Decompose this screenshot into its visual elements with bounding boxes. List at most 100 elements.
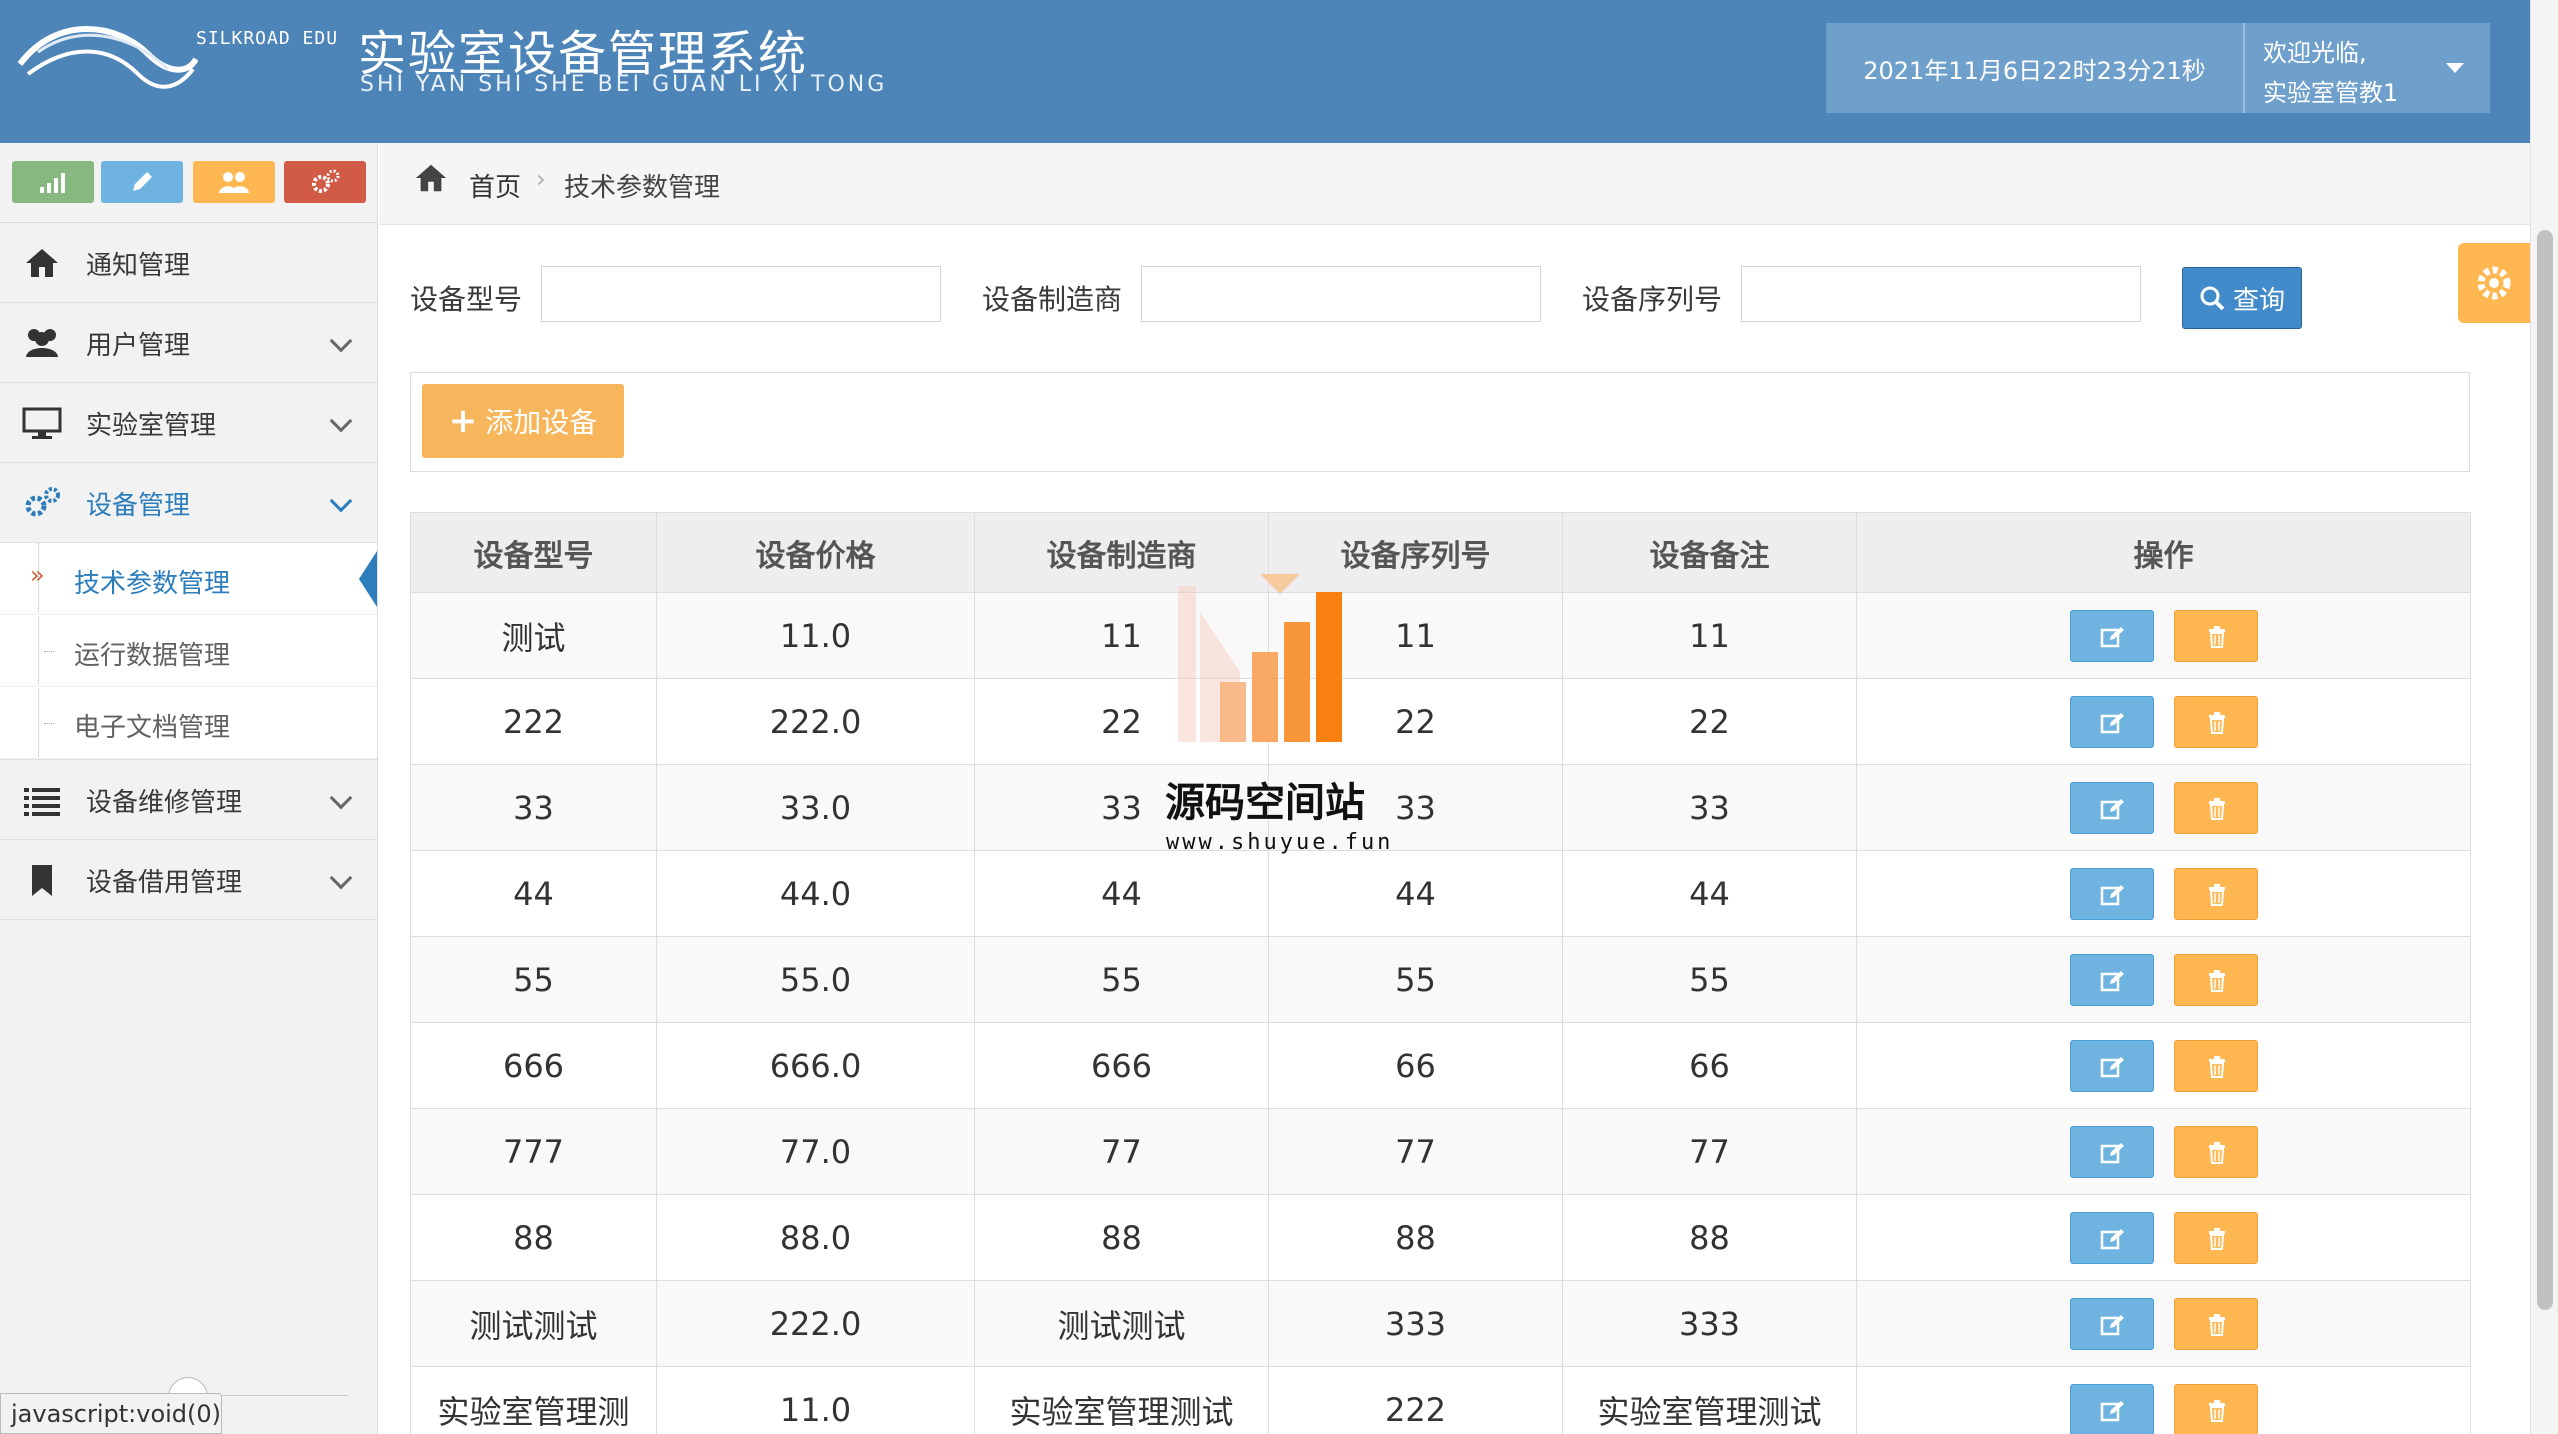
cell-maker: 测试测试 — [974, 1280, 1269, 1367]
signal-icon — [40, 173, 65, 193]
chevron-down-icon — [329, 329, 353, 353]
add-device-button[interactable]: + 添加设备 — [422, 384, 624, 458]
sidebar-subitem-documents[interactable]: 电子文档管理 — [0, 687, 377, 759]
sidebar-subitem-runtime-data[interactable]: 运行数据管理 — [0, 615, 377, 687]
page-scrollbar[interactable] — [2530, 0, 2558, 1434]
delete-button[interactable] — [2173, 1125, 2258, 1178]
username: 实验室管教1 — [2263, 79, 2399, 107]
table-row: 测试 11.0 11 11 11 — [410, 592, 2471, 679]
maker-label: 设备制造商 — [982, 283, 1123, 316]
serial-input[interactable] — [1741, 266, 2141, 322]
col-header-serial[interactable]: 设备序列号 — [1268, 512, 1563, 593]
col-header-model[interactable]: 设备型号 — [410, 512, 657, 593]
cell-price: 11.0 — [656, 592, 975, 679]
trash-icon — [2208, 969, 2225, 992]
shortcut-edit-button[interactable] — [101, 161, 183, 203]
logo-brand: SILKROAD EDU — [196, 28, 339, 49]
submenu-dash — [44, 651, 54, 652]
app-subtitle: SHI YAN SHI SHE BEI GUAN LI XI TONG — [360, 72, 888, 97]
query-button-label: 查询 — [2232, 285, 2285, 316]
delete-button[interactable] — [2173, 953, 2258, 1006]
edit-button[interactable] — [2069, 953, 2154, 1006]
delete-button[interactable] — [2173, 695, 2258, 748]
breadcrumb-home-link[interactable]: 首页 — [469, 167, 521, 204]
top-header: SILKROAD EDU 实验室设备管理系统 SHI YAN SHI SHE B… — [0, 0, 2530, 143]
sidebar-item-label: 用户管理 — [86, 331, 191, 361]
sidebar-item-notices[interactable]: 通知管理 — [0, 223, 377, 303]
edit-button[interactable] — [2069, 1125, 2154, 1178]
cell-price: 44.0 — [656, 850, 975, 937]
trash-icon — [2208, 883, 2225, 906]
cell-serial: 88 — [1268, 1194, 1563, 1281]
col-header-remark[interactable]: 设备备注 — [1562, 512, 1857, 593]
cell-serial: 66 — [1268, 1022, 1563, 1109]
cell-remark: 66 — [1562, 1022, 1857, 1109]
cell-serial: 55 — [1268, 936, 1563, 1023]
chevron-down-icon — [329, 409, 353, 433]
delete-button[interactable] — [2173, 867, 2258, 920]
table-row: 测试测试 222.0 测试测试 333 333 — [410, 1280, 2471, 1367]
trash-icon — [2208, 1141, 2225, 1164]
cell-model: 实验室管理测 — [410, 1366, 657, 1434]
cell-serial: 222 — [1268, 1366, 1563, 1434]
cell-remark: 333 — [1562, 1280, 1857, 1367]
cell-actions — [1856, 1194, 2471, 1281]
cell-maker: 实验室管理测试 — [974, 1366, 1269, 1434]
sidebar-item-repairs[interactable]: 设备维修管理 — [0, 760, 377, 840]
delete-button[interactable] — [2173, 1383, 2258, 1434]
submenu-dash — [44, 723, 54, 724]
cell-model: 777 — [410, 1108, 657, 1195]
sidebar-item-devices[interactable]: 设备管理 — [0, 463, 377, 543]
maker-input[interactable] — [1141, 266, 1541, 322]
cell-price: 222.0 — [656, 678, 975, 765]
caret-down-icon — [2446, 63, 2464, 73]
col-header-maker[interactable]: 设备制造商 — [974, 512, 1269, 593]
watermark-url: www.shuyue.fun — [1166, 830, 1394, 855]
edit-button[interactable] — [2069, 695, 2154, 748]
delete-button[interactable] — [2173, 1039, 2258, 1092]
delete-button[interactable] — [2173, 781, 2258, 834]
edit-button[interactable] — [2069, 1383, 2154, 1434]
delete-button[interactable] — [2173, 609, 2258, 662]
cell-price: 222.0 — [656, 1280, 975, 1367]
cogs-icon — [312, 169, 340, 193]
sidebar-item-borrowing[interactable]: 设备借用管理 — [0, 840, 377, 920]
user-menu[interactable]: 欢迎光临, 实验室管教1 — [2243, 23, 2490, 113]
delete-button[interactable] — [2173, 1211, 2258, 1264]
chevron-down-icon — [329, 866, 353, 890]
add-device-label: 添加设备 — [485, 406, 598, 439]
trash-icon — [2208, 625, 2225, 648]
edit-icon — [2100, 884, 2124, 905]
cell-remark: 77 — [1562, 1108, 1857, 1195]
cell-actions — [1856, 592, 2471, 679]
sidebar-item-users[interactable]: 用户管理 — [0, 303, 377, 383]
edit-button[interactable] — [2069, 1297, 2154, 1350]
sidebar-subitem-tech-params[interactable]: » 技术参数管理 — [0, 543, 377, 615]
scrollbar-thumb[interactable] — [2537, 230, 2553, 1310]
edit-button[interactable] — [2069, 1039, 2154, 1092]
edit-button[interactable] — [2069, 781, 2154, 834]
shortcut-settings-button[interactable] — [284, 161, 366, 203]
browser-status-bar: javascript:void(0) — [0, 1393, 222, 1434]
cell-maker: 88 — [974, 1194, 1269, 1281]
query-button[interactable]: 查询 — [2182, 267, 2302, 329]
model-input[interactable] — [541, 266, 941, 322]
shortcut-stats-button[interactable] — [12, 161, 94, 203]
search-icon — [2200, 286, 2225, 311]
cell-actions — [1856, 1366, 2471, 1434]
pencil-icon — [133, 172, 152, 191]
sidebar-submenu-devices: » 技术参数管理 运行数据管理 电子文档管理 — [0, 543, 377, 760]
settings-toggle-button[interactable] — [2458, 243, 2530, 323]
cell-price: 88.0 — [656, 1194, 975, 1281]
col-header-price[interactable]: 设备价格 — [656, 512, 975, 593]
delete-button[interactable] — [2173, 1297, 2258, 1350]
breadcrumb-separator-icon: › — [536, 165, 546, 193]
edit-button[interactable] — [2069, 867, 2154, 920]
edit-button[interactable] — [2069, 1211, 2154, 1264]
shortcut-users-button[interactable] — [193, 161, 275, 203]
edit-icon — [2100, 1314, 2124, 1335]
edit-button[interactable] — [2069, 609, 2154, 662]
edit-icon — [2100, 1056, 2124, 1077]
sidebar-item-labs[interactable]: 实验室管理 — [0, 383, 377, 463]
col-header-actions: 操作 — [1856, 512, 2471, 593]
